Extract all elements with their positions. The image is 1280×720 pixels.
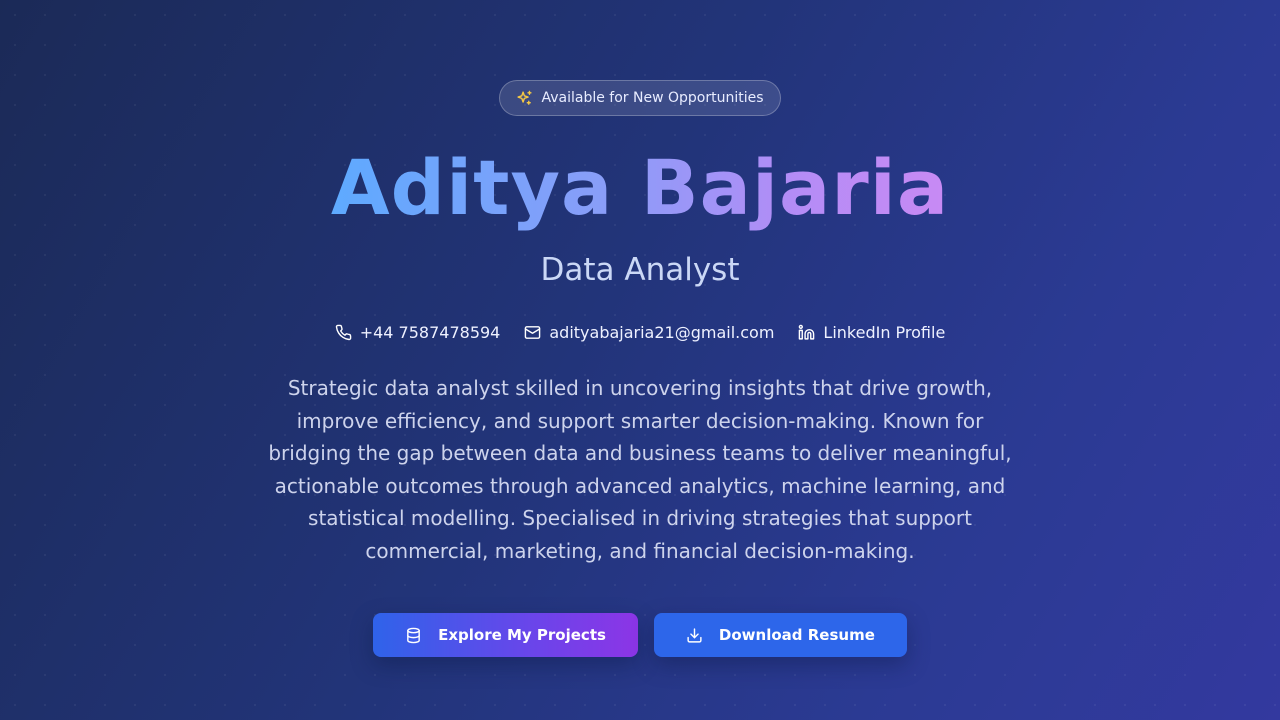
availability-badge: Available for New Opportunities <box>499 80 781 116</box>
download-resume-label: Download Resume <box>718 626 875 644</box>
contact-phone[interactable]: +44 7587478594 <box>335 323 501 342</box>
phone-icon <box>335 324 352 341</box>
contact-phone-text: +44 7587478594 <box>359 323 501 342</box>
linkedin-icon <box>798 324 815 341</box>
availability-badge-label: Available for New Opportunities <box>541 90 764 106</box>
hero-section: Available for New Opportunities Aditya B… <box>0 0 1280 720</box>
explore-projects-label: Explore My Projects <box>438 626 606 644</box>
sparkles-icon <box>516 90 533 107</box>
contact-linkedin-text: LinkedIn Profile <box>823 323 946 342</box>
hero-bio: Strategic data analyst skilled in uncove… <box>268 376 1012 563</box>
download-resume-button[interactable]: Download Resume <box>653 613 907 657</box>
database-icon <box>405 627 422 644</box>
mail-icon <box>524 324 541 341</box>
hero-role: Data Analyst <box>540 252 740 288</box>
hero-actions: Explore My Projects Download Resume <box>373 613 907 657</box>
contact-email-text: adityabajaria21@gmail.com <box>549 323 775 342</box>
contact-email[interactable]: adityabajaria21@gmail.com <box>524 323 774 342</box>
contact-linkedin[interactable]: LinkedIn Profile <box>798 323 945 342</box>
explore-projects-button[interactable]: Explore My Projects <box>373 613 638 657</box>
contact-links: +44 7587478594 adityabajaria21@gmail.com… <box>335 323 945 342</box>
download-icon <box>686 627 703 644</box>
hero-name: Aditya Bajaria <box>330 143 950 232</box>
